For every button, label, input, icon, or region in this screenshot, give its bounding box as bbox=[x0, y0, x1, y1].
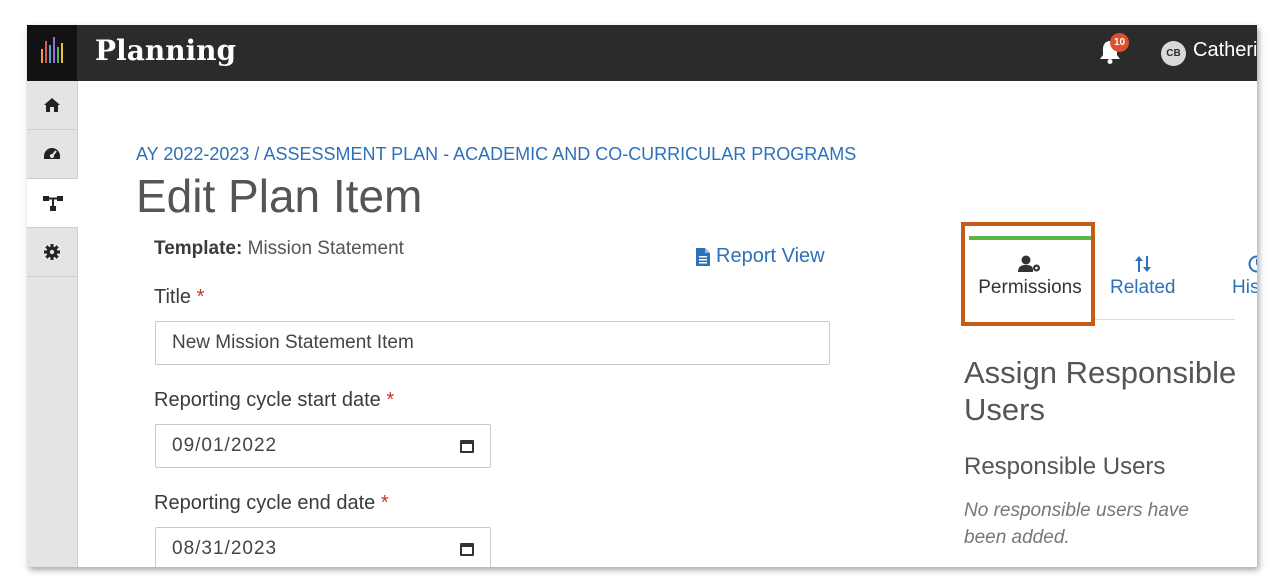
required-mark: * bbox=[386, 389, 395, 411]
notification-count-badge: 10 bbox=[1110, 33, 1129, 52]
breadcrumb[interactable]: AY 2022-2023 / ASSESSMENT PLAN - ACADEMI… bbox=[136, 144, 856, 165]
home-icon bbox=[44, 98, 60, 112]
required-mark: * bbox=[380, 492, 389, 514]
title-label: Title * bbox=[154, 286, 205, 308]
app-logo-icon[interactable] bbox=[27, 25, 77, 81]
report-view-link[interactable]: Report View bbox=[696, 245, 825, 268]
title-input[interactable]: New Mission Statement Item bbox=[155, 321, 830, 365]
clock-icon bbox=[1248, 255, 1257, 273]
nav-settings[interactable] bbox=[27, 228, 77, 277]
tabs-divider bbox=[1095, 319, 1235, 320]
user-name[interactable]: Catherine bbox=[1193, 39, 1257, 62]
required-mark: * bbox=[196, 286, 205, 308]
tab-history-label: Histor bbox=[1232, 277, 1257, 298]
responsible-users-empty-text: No responsible users have been added. bbox=[964, 500, 1189, 548]
report-view-label: Report View bbox=[716, 245, 825, 267]
network-icon bbox=[42, 196, 63, 211]
permissions-tab-highlight bbox=[961, 222, 1095, 326]
start-date-label: Reporting cycle start date * bbox=[154, 389, 395, 411]
end-date-input[interactable]: 08/31/2023 bbox=[155, 527, 491, 567]
start-date-input[interactable]: 09/01/2022 bbox=[155, 424, 491, 468]
template-label: Template: bbox=[154, 238, 243, 259]
responsible-users-heading: Responsible Users bbox=[964, 453, 1166, 480]
nav-home[interactable] bbox=[27, 81, 77, 130]
tab-related-label: Related bbox=[1110, 277, 1176, 298]
template-value: Mission Statement bbox=[247, 238, 404, 259]
end-date-label: Reporting cycle end date * bbox=[154, 492, 389, 514]
assign-users-heading: Assign Responsible Users bbox=[964, 355, 1237, 427]
top-bar: Planning 10 CB Catherine bbox=[27, 25, 1257, 81]
nav-dashboard[interactable] bbox=[27, 130, 77, 179]
tab-history[interactable]: Histor bbox=[1232, 251, 1257, 299]
template-info: Template: Mission Statement bbox=[154, 238, 404, 260]
app-title: Planning bbox=[95, 34, 237, 67]
page-title: Edit Plan Item bbox=[136, 170, 423, 222]
calendar-icon[interactable] bbox=[460, 542, 474, 556]
calendar-icon[interactable] bbox=[460, 439, 474, 453]
app-window: Planning 10 CB Catherine bbox=[27, 25, 1257, 567]
user-avatar[interactable]: CB bbox=[1161, 41, 1186, 66]
tab-related[interactable]: Related bbox=[1110, 251, 1176, 299]
sort-arrows-icon bbox=[1134, 256, 1151, 272]
document-icon bbox=[696, 247, 710, 266]
dashboard-icon bbox=[44, 148, 60, 159]
gear-icon bbox=[44, 244, 60, 260]
nav-plans[interactable] bbox=[27, 179, 78, 228]
side-nav bbox=[27, 81, 78, 567]
